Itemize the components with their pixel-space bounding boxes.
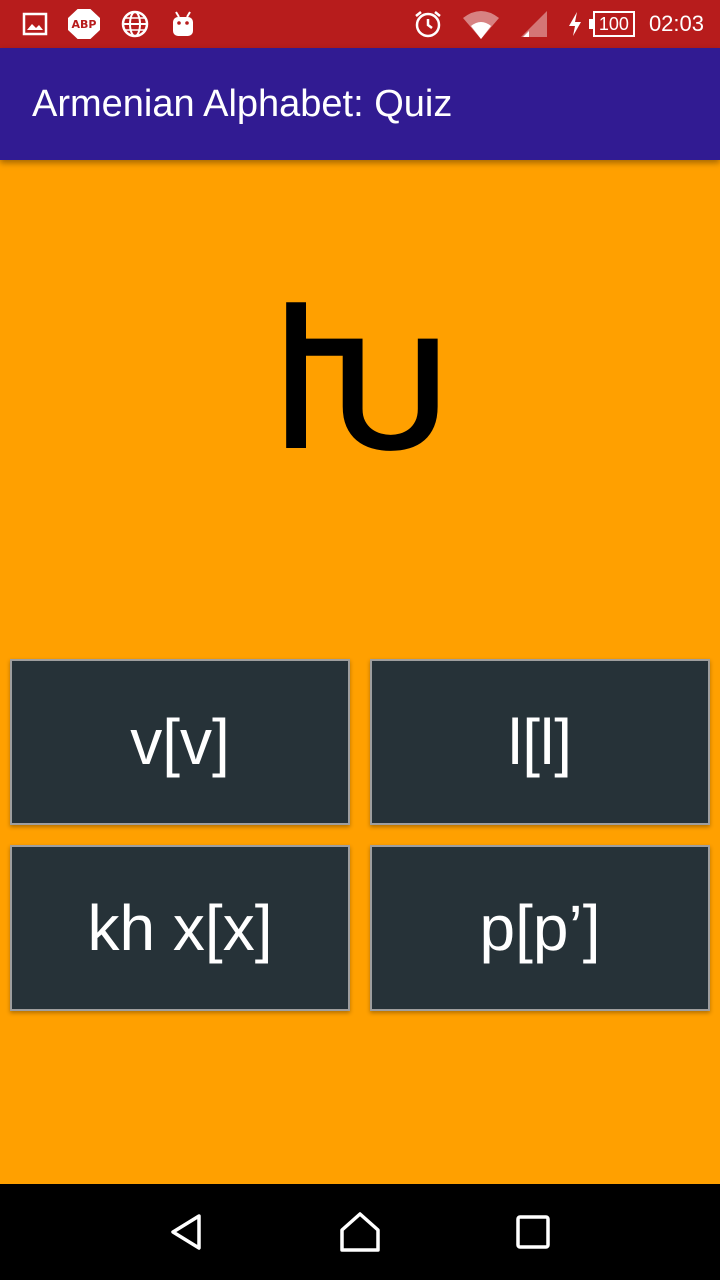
battery-indicator: 100 <box>588 11 635 37</box>
navigation-bar <box>0 1184 720 1280</box>
home-icon <box>340 1212 380 1252</box>
image-icon <box>22 11 48 37</box>
android-icon <box>170 10 196 38</box>
app-title: Armenian Alphabet: Quiz <box>32 82 453 125</box>
answer-button-3[interactable]: kh x[x] <box>10 845 350 1011</box>
clock: 02:03 <box>648 11 704 36</box>
charging-icon <box>567 11 583 37</box>
status-bar: ABP 100 02:03 <box>0 0 720 48</box>
recents-icon <box>516 1215 551 1249</box>
alarm-icon <box>413 9 443 39</box>
app-bar: Armenian Alphabet: Quiz <box>0 48 720 160</box>
back-icon <box>170 1214 201 1250</box>
answer-button-4[interactable]: p[p’] <box>370 845 710 1011</box>
status-right: 100 02:03 <box>395 9 704 39</box>
quiz-letter: Խ <box>267 263 453 496</box>
answer-button-2[interactable]: l[l] <box>370 659 710 825</box>
home-button[interactable] <box>330 1202 390 1262</box>
globe-icon <box>120 9 150 39</box>
back-button[interactable] <box>157 1202 217 1262</box>
recents-button[interactable] <box>503 1202 563 1262</box>
answer-button-1[interactable]: v[v] <box>10 659 350 825</box>
wifi-icon <box>461 9 501 39</box>
status-left: ABP <box>22 9 216 39</box>
signal-icon <box>519 9 549 39</box>
adblock-label: ABP <box>68 9 100 39</box>
battery-level: 100 <box>592 11 635 37</box>
adblock-icon: ABP <box>68 9 100 39</box>
